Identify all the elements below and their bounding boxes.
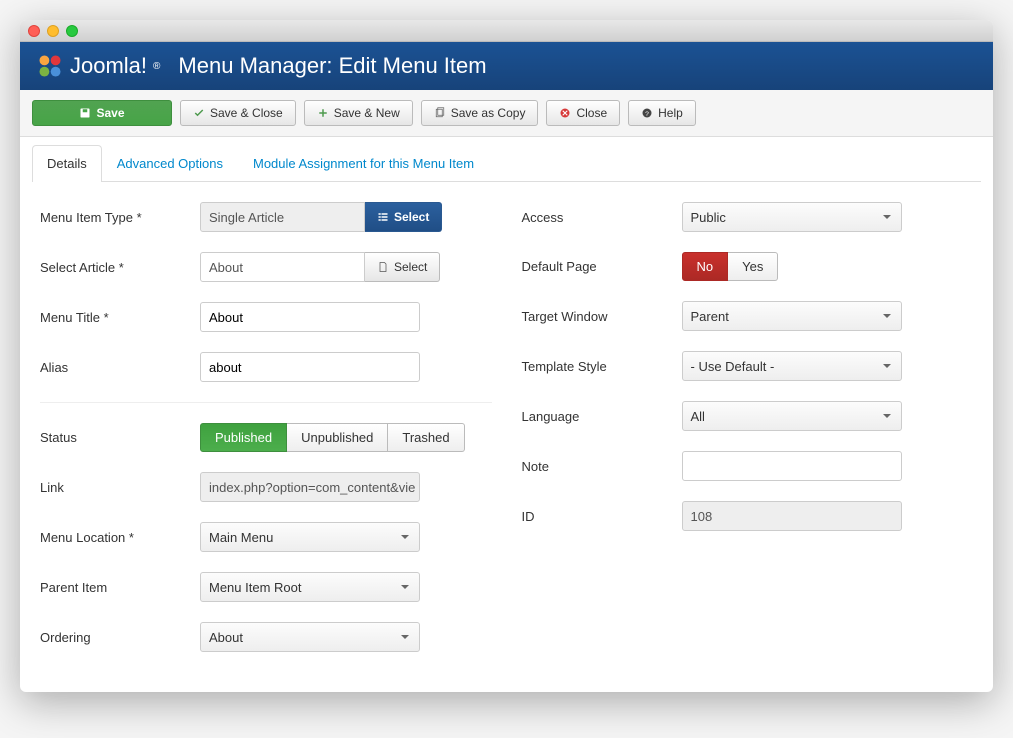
app-header: Joomla!® Menu Manager: Edit Menu Item <box>20 42 993 90</box>
page-title: Menu Manager: Edit Menu Item <box>178 53 486 79</box>
default-page-toggle: No Yes <box>682 252 974 281</box>
id-value: 108 <box>682 501 902 531</box>
menu-title-input[interactable] <box>200 302 420 332</box>
field-default-page: Default Page No Yes <box>522 252 974 281</box>
menu-location-select[interactable]: Main Menu <box>200 522 420 552</box>
field-target-window: Target Window Parent <box>522 301 974 331</box>
window-minimize-button[interactable] <box>47 25 59 37</box>
field-parent-item: Parent Item Menu Item Root <box>40 572 492 602</box>
field-menu-item-type: Menu Item Type * Single Article Select <box>40 202 492 232</box>
status-toggle: Published Unpublished Trashed <box>200 423 492 452</box>
field-template-style: Template Style - Use Default - <box>522 351 974 381</box>
field-menu-title: Menu Title * <box>40 302 492 332</box>
check-icon <box>193 107 205 119</box>
status-published[interactable]: Published <box>200 423 287 452</box>
parent-item-label: Parent Item <box>40 580 200 595</box>
template-style-label: Template Style <box>522 359 682 374</box>
template-style-select[interactable]: - Use Default - <box>682 351 902 381</box>
tab-advanced-options[interactable]: Advanced Options <box>102 145 238 181</box>
window-close-button[interactable] <box>28 25 40 37</box>
default-page-yes[interactable]: Yes <box>728 252 778 281</box>
target-window-label: Target Window <box>522 309 682 324</box>
target-window-select[interactable]: Parent <box>682 301 902 331</box>
save-copy-button[interactable]: Save as Copy <box>421 100 539 126</box>
close-button[interactable]: Close <box>546 100 620 126</box>
tab-details[interactable]: Details <box>32 145 102 182</box>
select-type-button[interactable]: Select <box>365 202 442 232</box>
ordering-label: Ordering <box>40 630 200 645</box>
menu-item-type-value: Single Article <box>200 202 365 232</box>
joomla-logo: Joomla!® <box>36 52 160 80</box>
menu-item-type-label: Menu Item Type * <box>40 210 200 225</box>
access-select[interactable]: Public <box>682 202 902 232</box>
save-close-button[interactable]: Save & Close <box>180 100 296 126</box>
field-menu-location: Menu Location * Main Menu <box>40 522 492 552</box>
default-page-no[interactable]: No <box>682 252 729 281</box>
default-page-label: Default Page <box>522 259 682 274</box>
close-icon <box>559 107 571 119</box>
content-area: Details Advanced Options Module Assignme… <box>20 145 993 692</box>
menu-title-label: Menu Title * <box>40 310 200 325</box>
right-column: Access Public Default Page No Yes Target… <box>522 202 974 672</box>
save-button[interactable]: Save <box>32 100 172 126</box>
field-status: Status Published Unpublished Trashed <box>40 423 492 452</box>
field-select-article: Select Article * About Select <box>40 252 492 282</box>
action-toolbar: Save Save & Close Save & New Save as Cop… <box>20 90 993 137</box>
save-icon <box>79 107 91 119</box>
alias-label: Alias <box>40 360 200 375</box>
list-icon <box>377 211 389 223</box>
field-id: ID 108 <box>522 501 974 531</box>
divider <box>40 402 492 403</box>
field-language: Language All <box>522 401 974 431</box>
app-name: Joomla! <box>70 53 147 79</box>
parent-item-select[interactable]: Menu Item Root <box>200 572 420 602</box>
select-article-value: About <box>200 252 365 282</box>
language-label: Language <box>522 409 682 424</box>
ordering-select[interactable]: About <box>200 622 420 652</box>
access-label: Access <box>522 210 682 225</box>
svg-text:?: ? <box>645 111 649 118</box>
field-ordering: Ordering About <box>40 622 492 652</box>
menu-location-label: Menu Location * <box>40 530 200 545</box>
form-area: Menu Item Type * Single Article Select S… <box>32 182 981 672</box>
select-article-button[interactable]: Select <box>365 252 440 282</box>
file-icon <box>377 261 389 273</box>
status-unpublished[interactable]: Unpublished <box>287 423 388 452</box>
help-icon: ? <box>641 107 653 119</box>
field-link: Link index.php?option=com_content&vie <box>40 472 492 502</box>
id-label: ID <box>522 509 682 524</box>
link-label: Link <box>40 480 200 495</box>
status-label: Status <box>40 430 200 445</box>
tab-module-assignment[interactable]: Module Assignment for this Menu Item <box>238 145 489 181</box>
status-trashed[interactable]: Trashed <box>388 423 464 452</box>
app-window: Joomla!® Menu Manager: Edit Menu Item Sa… <box>20 20 993 692</box>
note-label: Note <box>522 459 682 474</box>
mac-titlebar <box>20 20 993 42</box>
save-new-button[interactable]: Save & New <box>304 100 413 126</box>
link-value: index.php?option=com_content&vie <box>200 472 420 502</box>
select-article-label: Select Article * <box>40 260 200 275</box>
field-note: Note <box>522 451 974 481</box>
alias-input[interactable] <box>200 352 420 382</box>
left-column: Menu Item Type * Single Article Select S… <box>40 202 492 672</box>
window-zoom-button[interactable] <box>66 25 78 37</box>
tabs: Details Advanced Options Module Assignme… <box>32 145 981 182</box>
field-alias: Alias <box>40 352 492 382</box>
joomla-icon <box>36 52 64 80</box>
help-button[interactable]: ? Help <box>628 100 696 126</box>
field-access: Access Public <box>522 202 974 232</box>
plus-icon <box>317 107 329 119</box>
note-input[interactable] <box>682 451 902 481</box>
language-select[interactable]: All <box>682 401 902 431</box>
copy-icon <box>434 107 446 119</box>
